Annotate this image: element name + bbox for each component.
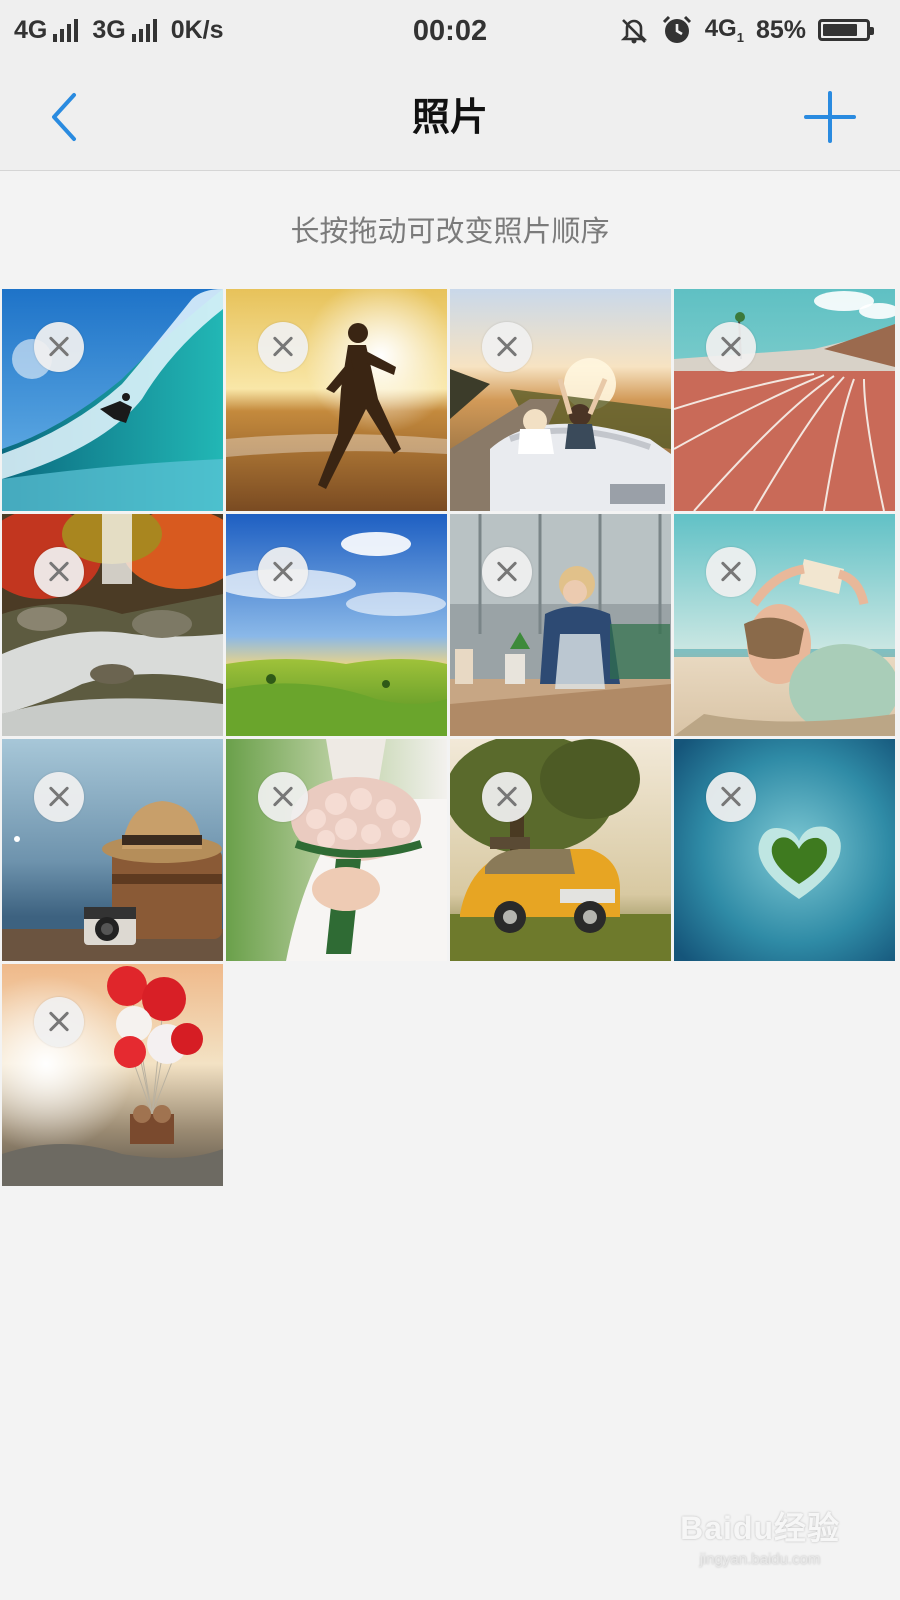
watermark: Baidu经验 jingyan.baidu.com (680, 1503, 840, 1568)
photo-tile[interactable] (674, 514, 895, 736)
status-bar: 4G 3G 0K/s 00:02 4G1 85% (0, 0, 900, 62)
watermark-main: Baidu经验 (680, 1510, 840, 1546)
close-icon[interactable] (482, 322, 532, 372)
close-icon[interactable] (34, 772, 84, 822)
data-sim-label: 1 (736, 29, 744, 45)
page-title: 照片 (411, 95, 488, 139)
photo-tile[interactable] (2, 289, 223, 511)
photo-hat-camera-suitcase (2, 739, 223, 961)
photo-convertible-couple (450, 289, 671, 511)
photo-woman-reading-beach (674, 514, 895, 736)
photo-runner-sunset (226, 289, 447, 511)
close-icon[interactable] (34, 997, 84, 1047)
photo-woman-cafe (450, 514, 671, 736)
photo-tile[interactable] (450, 514, 671, 736)
photo-autumn-waterfall (2, 514, 223, 736)
network-speed: 0K/s (170, 16, 224, 44)
watermark-sub: jingyan.baidu.com (699, 1551, 821, 1568)
close-icon[interactable] (482, 772, 532, 822)
close-icon[interactable] (706, 772, 756, 822)
photo-heart-island (674, 739, 895, 961)
chevron-left-icon[interactable] (44, 90, 84, 144)
network-type-1: 4G (14, 16, 48, 44)
signal-icon (53, 18, 79, 42)
close-icon[interactable] (706, 322, 756, 372)
close-icon[interactable] (258, 547, 308, 597)
alarm-icon (662, 15, 691, 43)
network-type-2: 3G (92, 16, 126, 44)
photo-tile[interactable] (226, 739, 447, 961)
close-icon[interactable] (258, 772, 308, 822)
nav-bar: 照片 (0, 62, 900, 171)
photo-yellow-car-tree (450, 739, 671, 961)
bell-off-icon (620, 19, 647, 44)
photo-running-track (674, 289, 895, 511)
photo-tile[interactable] (2, 514, 223, 736)
status-left: 4G 3G 0K/s (14, 16, 224, 45)
close-icon[interactable] (258, 322, 308, 372)
battery-icon (818, 19, 874, 41)
photo-tile[interactable] (226, 514, 447, 736)
plus-icon[interactable] (800, 87, 860, 147)
photo-green-hills-sky (226, 514, 447, 736)
photo-surfer-wave (2, 289, 223, 511)
photo-bride-bouquet (226, 739, 447, 961)
reorder-hint: 长按拖动可改变照片顺序 (290, 214, 610, 248)
photo-tile[interactable] (674, 739, 895, 961)
photo-tile[interactable] (2, 739, 223, 961)
photo-tile[interactable] (674, 289, 895, 511)
photo-tile[interactable] (2, 964, 223, 1186)
close-icon[interactable] (706, 547, 756, 597)
photo-grid (2, 289, 898, 1186)
photo-tile[interactable] (450, 289, 671, 511)
data-network: 4G1 (705, 15, 744, 45)
data-network-label: 4G (704, 15, 737, 43)
photo-tile[interactable] (450, 739, 671, 961)
close-icon[interactable] (34, 547, 84, 597)
signal-icon (131, 18, 157, 42)
close-icon[interactable] (34, 322, 84, 372)
close-icon[interactable] (482, 547, 532, 597)
photo-balloons-teddy-bears (2, 964, 223, 1186)
status-right: 4G1 85% (619, 14, 874, 46)
battery-percent: 85% (755, 15, 806, 44)
photo-tile[interactable] (226, 289, 447, 511)
battery-fill (823, 24, 857, 36)
